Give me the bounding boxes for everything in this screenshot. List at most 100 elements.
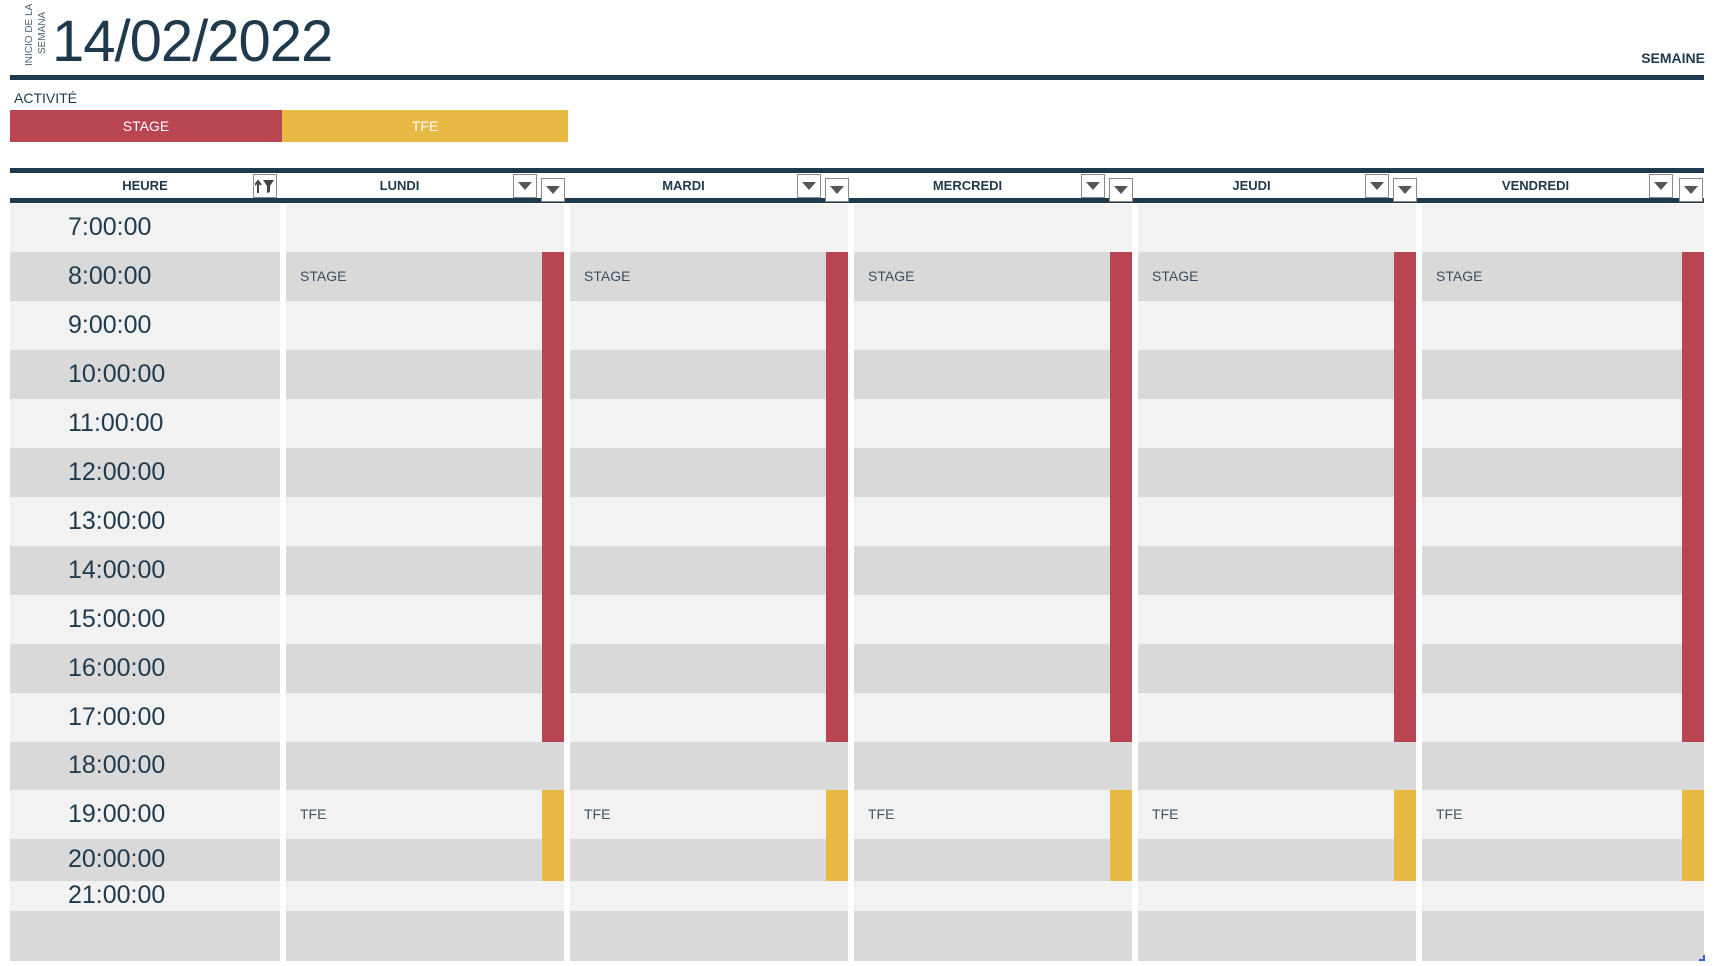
lundi-cell[interactable] [286,911,564,961]
mercredi-cell[interactable] [854,595,1132,644]
mercredi-cell[interactable] [854,301,1132,350]
hour-cell[interactable]: 18:00:00 [10,742,280,790]
lundi-cell[interactable] [286,497,564,546]
lundi-cell[interactable] [286,448,564,497]
mercredi-cell[interactable] [854,742,1132,790]
hour-cell[interactable]: 12:00:00 [10,448,280,497]
mardi-filter-dropdown-button[interactable] [825,178,849,202]
mardi-event-label[interactable]: TFE [584,806,610,822]
mardi-cell[interactable] [570,644,848,693]
hour-cell[interactable] [10,911,280,961]
lundi-cell[interactable] [286,301,564,350]
vendredi-cell[interactable] [1422,448,1704,497]
mardi-cell[interactable] [570,448,848,497]
hour-cell[interactable]: 16:00:00 [10,644,280,693]
vendredi-cell[interactable] [1422,546,1704,595]
resize-handle[interactable] [1699,955,1705,961]
vendredi-cell[interactable] [1422,839,1704,881]
jeudi-cell[interactable] [1138,350,1416,399]
vendredi-filter-dropdown-button[interactable] [1649,174,1673,198]
vendredi-event-label[interactable]: TFE [1436,806,1462,822]
hour-cell[interactable]: 17:00:00 [10,693,280,742]
vendredi-cell[interactable] [1422,204,1704,252]
lundi-event-label[interactable]: TFE [300,806,326,822]
mardi-cell[interactable] [570,881,848,911]
jeudi-cell[interactable] [1138,911,1416,961]
hour-cell[interactable]: 20:00:00 [10,839,280,881]
jeudi-cell[interactable] [1138,448,1416,497]
lundi-cell[interactable] [286,546,564,595]
hour-cell[interactable]: 7:00:00 [10,204,280,252]
hour-cell[interactable]: 13:00:00 [10,497,280,546]
vendredi-cell[interactable] [1422,911,1704,961]
lundi-cell[interactable] [286,839,564,881]
sort-filter-button[interactable] [253,174,277,198]
jeudi-cell[interactable] [1138,497,1416,546]
mardi-filter-dropdown-button[interactable] [797,174,821,198]
mercredi-cell[interactable] [854,790,1132,839]
vendredi-filter-dropdown-button[interactable] [1679,178,1703,202]
jeudi-event-label[interactable]: STAGE [1152,268,1198,284]
lundi-filter-dropdown-button[interactable] [541,178,565,202]
hour-cell[interactable]: 19:00:00 [10,790,280,839]
jeudi-cell[interactable] [1138,546,1416,595]
mercredi-cell[interactable] [854,693,1132,742]
jeudi-filter-dropdown-button[interactable] [1393,178,1417,202]
jeudi-cell[interactable] [1138,595,1416,644]
jeudi-event-bar[interactable] [1394,790,1416,881]
vendredi-event-bar[interactable] [1682,252,1704,742]
vendredi-event-label[interactable]: STAGE [1436,268,1482,284]
jeudi-cell[interactable] [1138,742,1416,790]
vendredi-cell[interactable] [1422,301,1704,350]
vendredi-cell[interactable] [1422,742,1704,790]
mardi-cell[interactable] [570,693,848,742]
jeudi-cell[interactable] [1138,881,1416,911]
lundi-cell[interactable] [286,595,564,644]
vendredi-cell[interactable] [1422,399,1704,448]
lundi-cell[interactable] [286,790,564,839]
hour-cell[interactable]: 21:00:00 [10,881,280,911]
jeudi-event-label[interactable]: TFE [1152,806,1178,822]
jeudi-cell[interactable] [1138,644,1416,693]
jeudi-cell[interactable] [1138,790,1416,839]
mercredi-cell[interactable] [854,911,1132,961]
week-start-date[interactable]: 14/02/2022 [52,8,333,75]
lundi-cell[interactable] [286,644,564,693]
lundi-cell[interactable] [286,742,564,790]
vendredi-cell[interactable] [1422,497,1704,546]
mercredi-cell[interactable] [854,350,1132,399]
mardi-cell[interactable] [570,839,848,881]
jeudi-event-bar[interactable] [1394,252,1416,742]
mercredi-event-bar[interactable] [1110,252,1132,742]
mercredi-event-label[interactable]: TFE [868,806,894,822]
jeudi-cell[interactable] [1138,693,1416,742]
hour-cell[interactable]: 8:00:00 [10,252,280,301]
mardi-cell[interactable] [570,790,848,839]
jeudi-cell[interactable] [1138,839,1416,881]
mardi-cell[interactable] [570,497,848,546]
mardi-event-label[interactable]: STAGE [584,268,630,284]
mardi-cell[interactable] [570,301,848,350]
jeudi-cell[interactable] [1138,301,1416,350]
mercredi-cell[interactable] [854,448,1132,497]
lundi-cell[interactable] [286,399,564,448]
mardi-cell[interactable] [570,350,848,399]
mercredi-cell[interactable] [854,497,1132,546]
vendredi-cell[interactable] [1422,595,1704,644]
hour-cell[interactable]: 11:00:00 [10,399,280,448]
mercredi-cell[interactable] [854,839,1132,881]
lundi-cell[interactable] [286,693,564,742]
mercredi-cell[interactable] [854,644,1132,693]
hour-cell[interactable]: 15:00:00 [10,595,280,644]
mardi-cell[interactable] [570,911,848,961]
mardi-cell[interactable] [570,595,848,644]
vendredi-event-bar[interactable] [1682,790,1704,881]
mercredi-event-bar[interactable] [1110,790,1132,881]
mercredi-cell[interactable] [854,546,1132,595]
hour-cell[interactable]: 14:00:00 [10,546,280,595]
lundi-event-bar[interactable] [542,790,564,881]
lundi-cell[interactable] [286,350,564,399]
lundi-cell[interactable] [286,881,564,911]
mardi-cell[interactable] [570,399,848,448]
hour-cell[interactable]: 9:00:00 [10,301,280,350]
